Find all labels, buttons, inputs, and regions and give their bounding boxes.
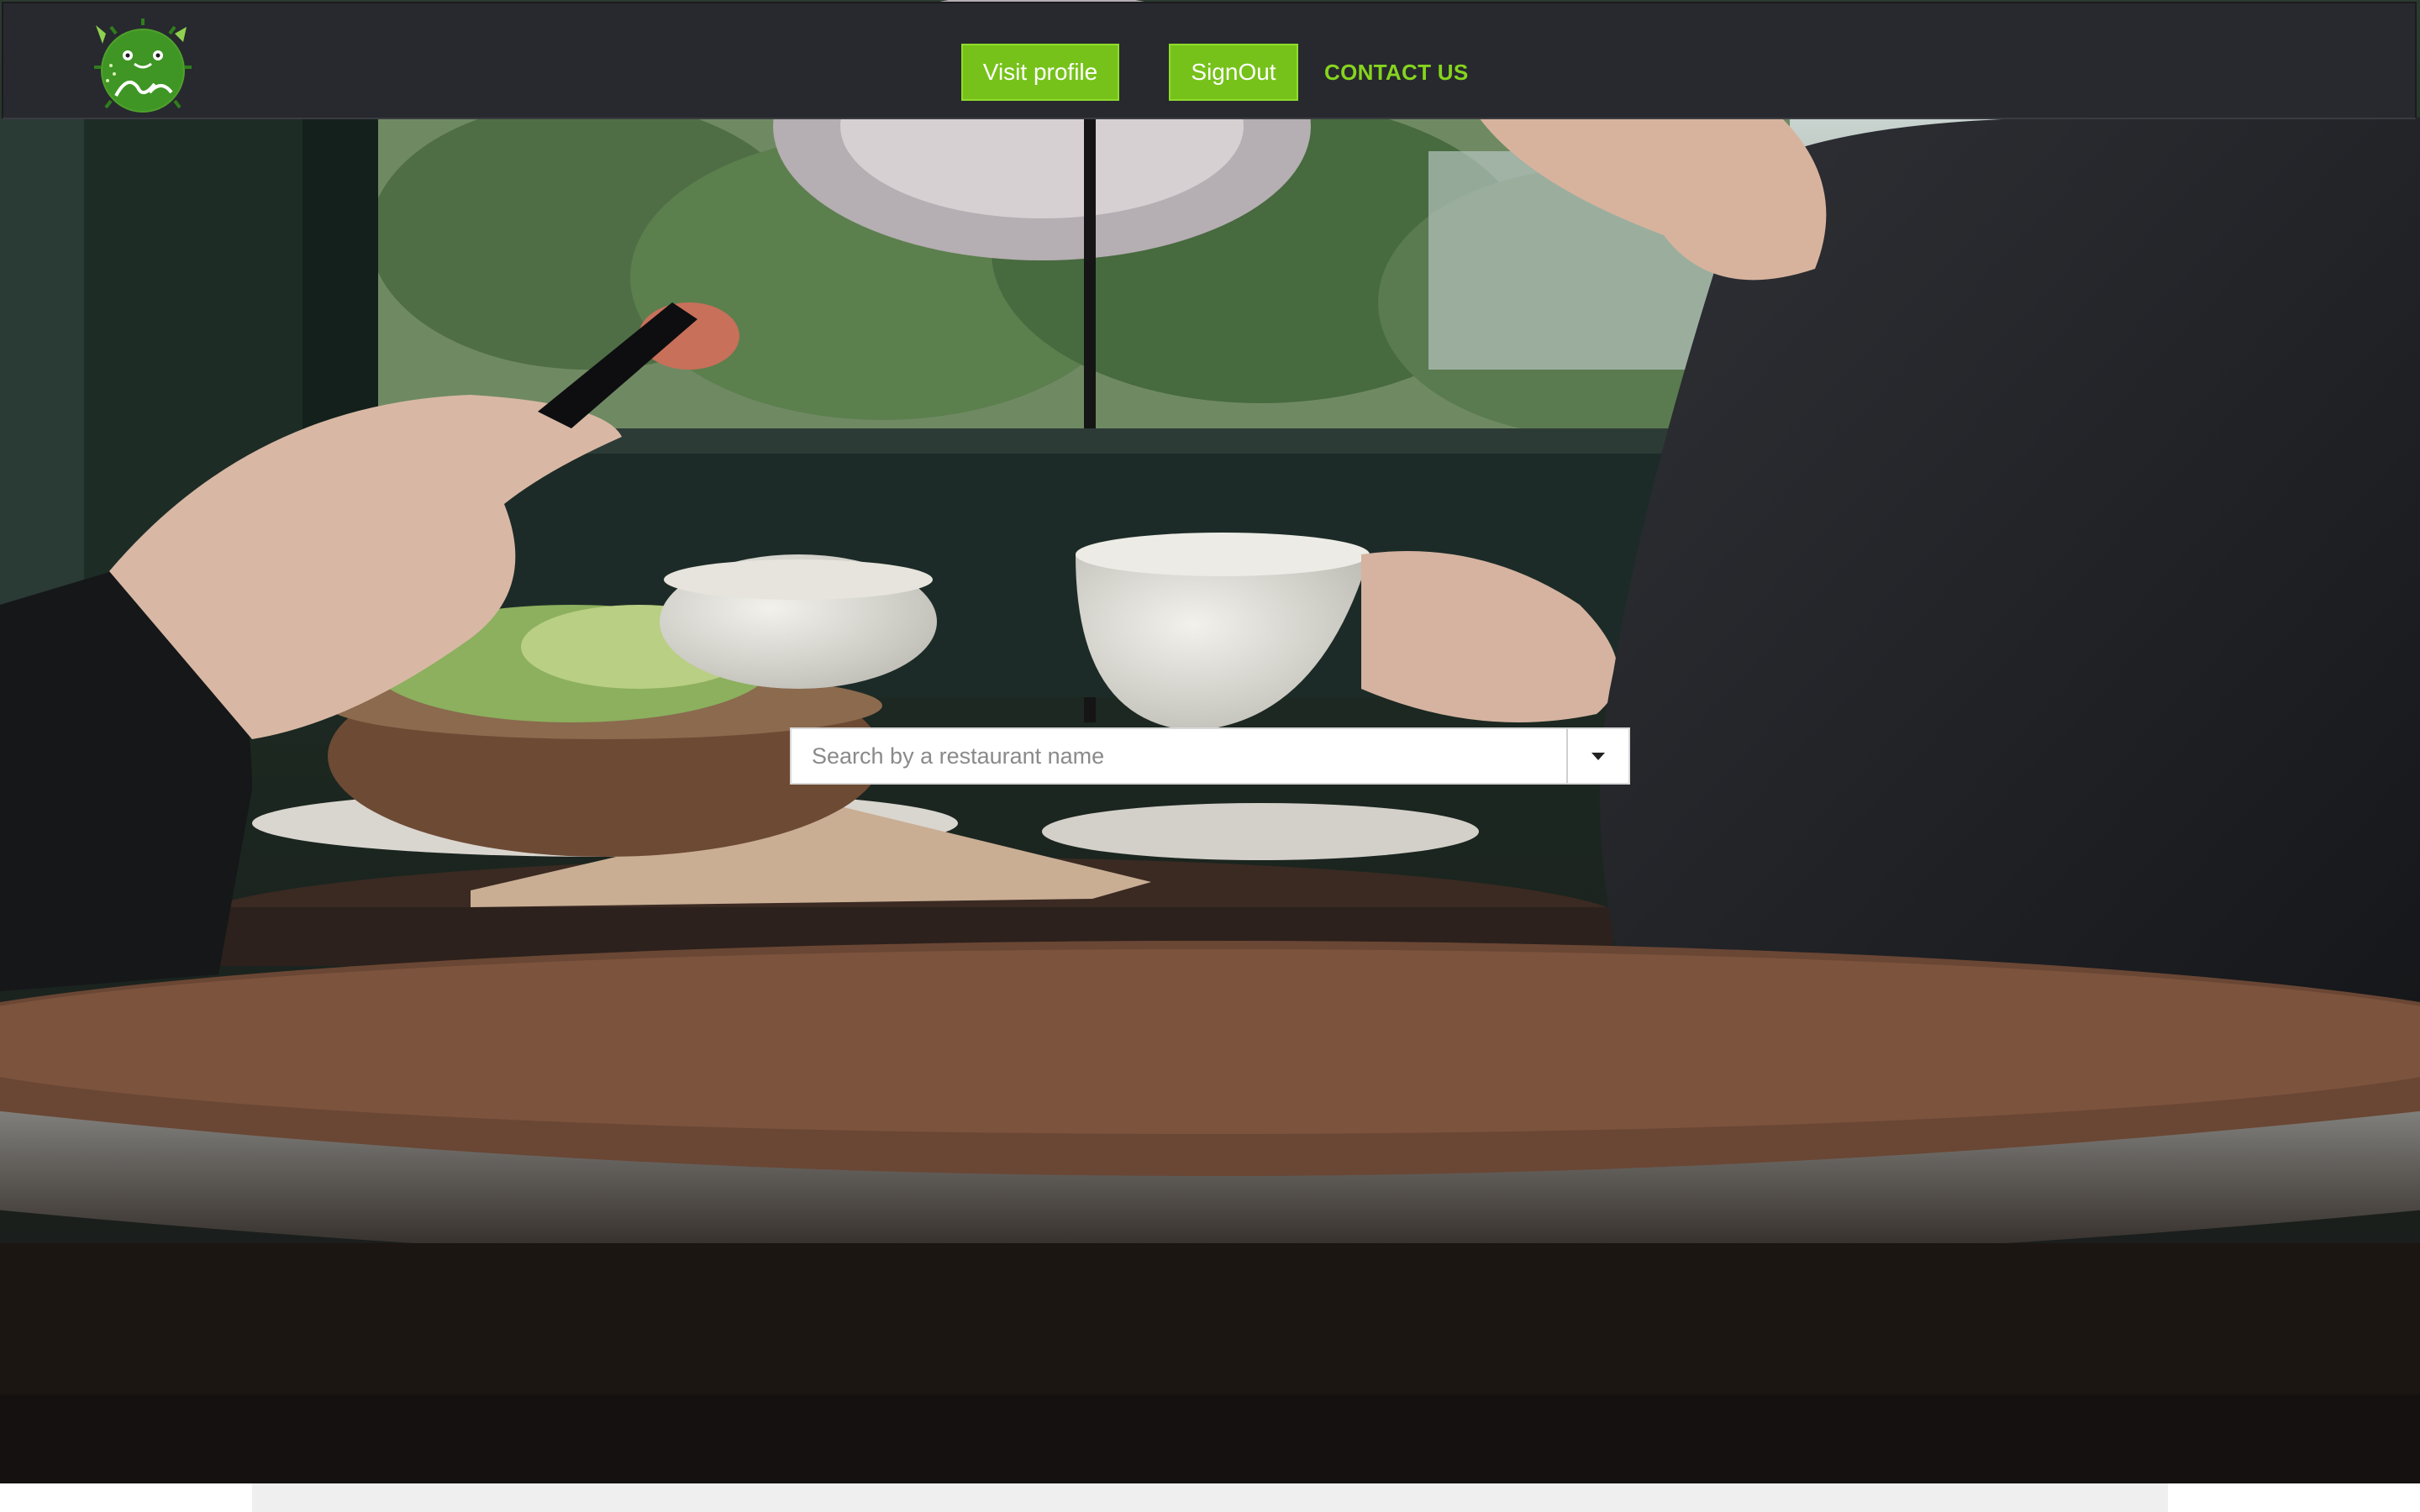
contact-us-link[interactable]: CONTACT US: [1324, 44, 1469, 101]
pufferfish-logo-icon[interactable]: [91, 15, 200, 116]
top-navbar: Visit profile SignOut CONTACT US: [2, 2, 2417, 119]
content-panel-top: [252, 1483, 2168, 1512]
signout-button[interactable]: SignOut: [1169, 44, 1298, 101]
page: Visit profile SignOut CONTACT US: [0, 0, 2420, 1512]
caret-down-icon: [1591, 752, 1605, 760]
visit-profile-button[interactable]: Visit profile: [961, 44, 1119, 101]
search-dropdown-button[interactable]: [1566, 727, 1630, 785]
restaurant-search-input[interactable]: [790, 727, 1566, 785]
restaurant-search-bar: [790, 727, 1630, 785]
